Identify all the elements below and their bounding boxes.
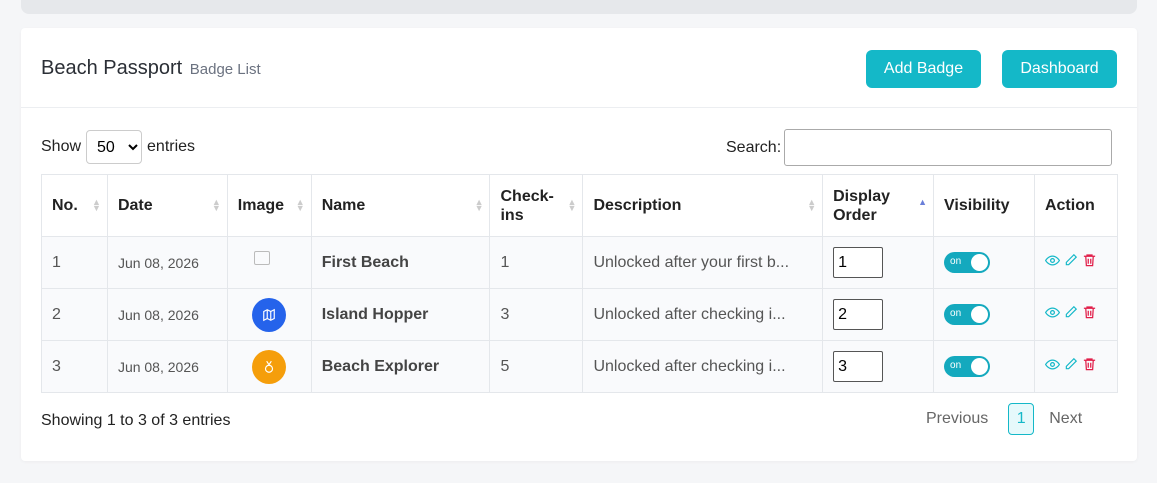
badge-table: No. ▲ ▼ Date ▲ ▼ Image ▲ ▼ Name ▲ ▼ Check-ins ▲ ▼ … — [41, 174, 1119, 393]
cell-date: Jun 08, 2026 — [106, 288, 228, 341]
sort-asc-icon: ▲ — [918, 197, 928, 207]
toggle-label: on — [950, 308, 962, 319]
cell-no: 3 — [41, 340, 108, 393]
table-row: 2 Jun 08, 2026 Island Hopper 3 Unlocked … — [41, 288, 1119, 341]
page-title: Beach Passport Badge List — [41, 57, 261, 80]
card-header: Beach Passport Badge List Add Badge Dash… — [21, 28, 1137, 108]
sort-icon: ▲ ▼ — [474, 197, 484, 213]
cell-no: 2 — [41, 288, 108, 341]
display-order-input[interactable] — [833, 351, 884, 382]
cell-visibility: on — [933, 236, 1035, 289]
medal-icon — [252, 349, 287, 384]
toggle-knob — [971, 358, 989, 375]
search-label: Search: — [726, 138, 782, 156]
top-bar — [21, 0, 1137, 14]
next-button[interactable]: Next — [1049, 410, 1082, 428]
entries-length-control: Show 50 entries — [41, 130, 195, 164]
table-row: 1 Jun 08, 2026 First Beach 1 Unlocked af… — [41, 236, 1119, 289]
cell-display-order — [822, 236, 935, 289]
pagination: Previous 1 Next — [926, 403, 1082, 435]
cell-image — [226, 288, 312, 341]
cell-action — [1033, 288, 1119, 341]
column-date[interactable]: Date ▲ ▼ — [106, 174, 228, 237]
column-display-order[interactable]: Display Order ▲ — [822, 174, 935, 237]
show-label: Show — [41, 138, 82, 155]
sort-icon: ▲ ▼ — [807, 197, 817, 213]
cell-no: 1 — [41, 236, 108, 289]
cell-name: Beach Explorer — [310, 340, 491, 393]
view-icon[interactable] — [1044, 305, 1061, 325]
cell-action — [1033, 236, 1119, 289]
cell-visibility: on — [933, 288, 1035, 341]
cell-description: Unlocked after your first b... — [582, 236, 824, 289]
column-action: Action — [1033, 174, 1119, 237]
add-badge-button[interactable]: Add Badge — [866, 50, 981, 88]
column-name[interactable]: Name ▲ ▼ — [310, 174, 491, 237]
sort-icon: ▲ ▼ — [211, 197, 221, 213]
cell-date: Jun 08, 2026 — [106, 340, 228, 393]
cell-visibility: on — [933, 340, 1035, 393]
entries-select[interactable]: 50 — [86, 130, 143, 164]
cell-checkins: 1 — [489, 236, 584, 289]
cell-description: Unlocked after checking i... — [582, 288, 824, 341]
sort-icon: ▲ ▼ — [567, 197, 577, 213]
cell-name: Island Hopper — [310, 288, 491, 341]
table-row: 3 Jun 08, 2026 Beach Explorer 5 Unlocked… — [41, 340, 1119, 393]
cell-name: First Beach — [310, 236, 491, 289]
toggle-knob — [971, 306, 989, 323]
cell-display-order — [822, 288, 935, 341]
cell-date: Jun 08, 2026 — [106, 236, 228, 289]
toggle-knob — [971, 254, 989, 271]
table-info: Showing 1 to 3 of 3 entries — [41, 412, 231, 429]
cell-checkins: 5 — [489, 340, 584, 393]
sort-icon: ▲ ▼ — [295, 197, 305, 213]
broken-image-icon — [254, 251, 271, 266]
view-icon[interactable] — [1044, 253, 1061, 273]
edit-icon[interactable] — [1064, 305, 1078, 324]
map-icon — [252, 297, 287, 332]
page-subtitle: Badge List — [189, 61, 261, 78]
visibility-toggle[interactable]: on — [944, 252, 991, 273]
column-no[interactable]: No. ▲ ▼ — [41, 174, 108, 237]
edit-icon[interactable] — [1064, 253, 1078, 272]
toggle-label: on — [950, 360, 962, 371]
cell-display-order — [822, 340, 935, 393]
delete-icon[interactable] — [1082, 304, 1097, 325]
dashboard-button[interactable]: Dashboard — [1002, 50, 1117, 88]
column-checkins[interactable]: Check-ins ▲ ▼ — [489, 174, 584, 237]
cell-checkins: 3 — [489, 288, 584, 341]
search-control: Search: — [726, 129, 1113, 166]
delete-icon[interactable] — [1082, 252, 1097, 273]
sort-icon: ▲ ▼ — [92, 197, 101, 213]
toggle-label: on — [950, 256, 962, 267]
column-image[interactable]: Image ▲ ▼ — [226, 174, 312, 237]
table-header-row: No. ▲ ▼ Date ▲ ▼ Image ▲ ▼ Name ▲ ▼ Check-ins ▲ ▼ … — [41, 174, 1119, 237]
page-1-button[interactable]: 1 — [1008, 403, 1035, 435]
column-visibility[interactable]: Visibility — [933, 174, 1035, 237]
search-input[interactable] — [784, 129, 1113, 166]
visibility-toggle[interactable]: on — [944, 304, 991, 325]
column-description[interactable]: Description ▲ ▼ — [582, 174, 824, 237]
edit-icon[interactable] — [1064, 357, 1078, 376]
entries-label: entries — [147, 138, 196, 155]
display-order-input[interactable] — [833, 299, 884, 330]
badge-list-card: Beach Passport Badge List Add Badge Dash… — [21, 28, 1137, 461]
delete-icon[interactable] — [1082, 356, 1097, 377]
cell-image — [226, 340, 312, 393]
app-title: Beach Passport — [41, 57, 183, 79]
view-icon[interactable] — [1044, 357, 1061, 377]
cell-action — [1033, 340, 1119, 393]
cell-description: Unlocked after checking i... — [582, 340, 824, 393]
cell-image — [226, 236, 312, 289]
display-order-input[interactable] — [833, 247, 884, 278]
visibility-toggle[interactable]: on — [944, 356, 991, 377]
previous-button[interactable]: Previous — [926, 410, 988, 428]
